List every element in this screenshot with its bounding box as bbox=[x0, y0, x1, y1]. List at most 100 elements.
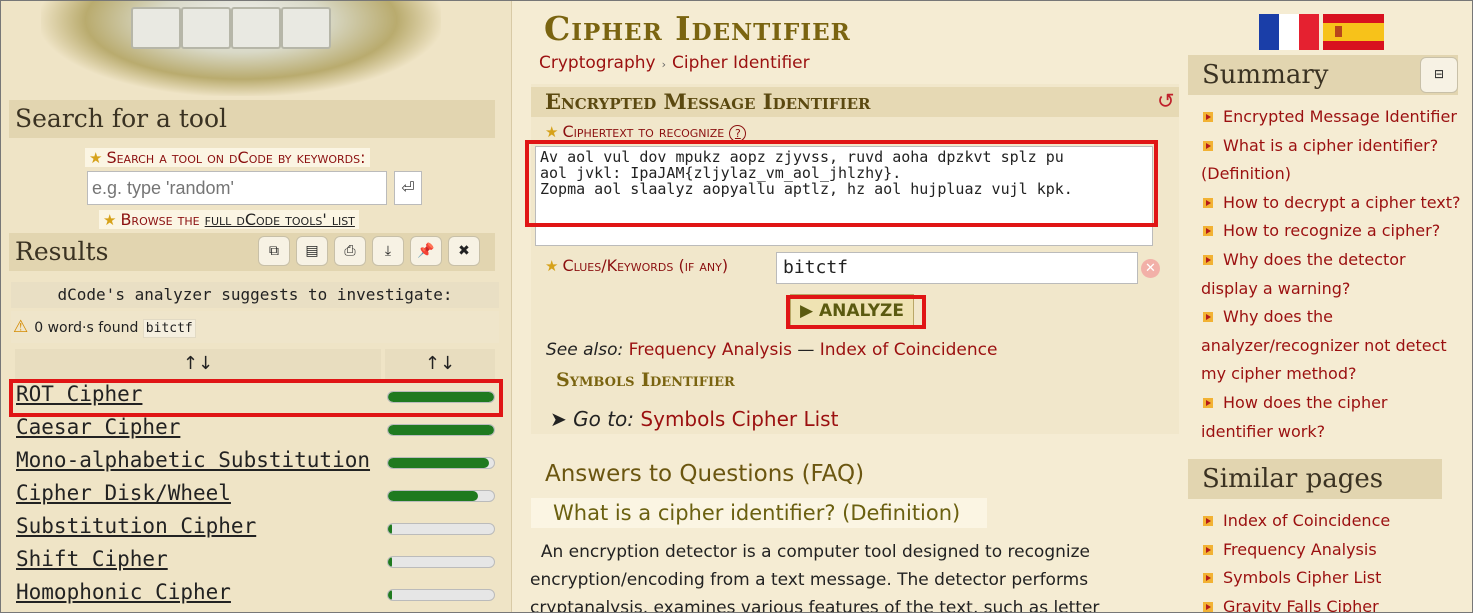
breadcrumb-cipher-identifier[interactable]: Cipher Identifier bbox=[672, 53, 810, 73]
sort-score-header[interactable]: ↑↓ bbox=[385, 349, 495, 379]
index-of-coincidence-link[interactable]: Index of Coincidence bbox=[820, 340, 998, 360]
result-name-link[interactable]: Shift Cipher bbox=[16, 547, 168, 571]
similar-page-link[interactable]: Index of Coincidence bbox=[1201, 507, 1463, 536]
arrow-bullet-icon bbox=[1203, 197, 1213, 208]
rot-cipher-highlight bbox=[9, 379, 503, 417]
arrow-bullet-icon bbox=[1203, 573, 1213, 584]
copy-icon[interactable]: ⧉ bbox=[258, 236, 290, 266]
arrow-bullet-icon bbox=[1203, 226, 1213, 237]
result-row[interactable]: Homophonic Cipher bbox=[11, 578, 499, 611]
warning-icon: ⚠ bbox=[13, 317, 29, 337]
summary-heading: Summary bbox=[1188, 55, 1458, 95]
sort-name-header[interactable]: ↑↓ bbox=[15, 349, 381, 379]
full-tools-list-link[interactable]: full dCode tools' list bbox=[205, 210, 355, 229]
analyzer-suggestion-text: dCode's analyzer suggests to investigate… bbox=[11, 282, 499, 308]
save-icon[interactable]: ▤ bbox=[296, 236, 328, 266]
result-name-link[interactable]: Homophonic Cipher bbox=[16, 580, 231, 604]
result-row[interactable]: Substitution Cipher bbox=[11, 512, 499, 545]
result-score-fill bbox=[388, 491, 479, 501]
summary-link[interactable]: Encrypted Message Identifier bbox=[1201, 103, 1463, 132]
chevron-right-icon: › bbox=[661, 58, 667, 71]
star-icon: ★ bbox=[545, 257, 559, 275]
star-icon: ★ bbox=[103, 211, 117, 229]
browse-tools-row: ★ Browse the full dCode tools' list bbox=[99, 210, 359, 229]
spanish-flag-icon[interactable] bbox=[1323, 14, 1384, 50]
star-icon: ★ bbox=[545, 123, 559, 141]
result-name-link[interactable]: Mono-alphabetic Substitution bbox=[16, 448, 370, 472]
result-row[interactable]: Shift Cipher bbox=[11, 545, 499, 578]
collapse-icon[interactable]: ⊟ bbox=[1420, 57, 1458, 93]
page-frame: Search for a tool ★ Search a tool on dCod… bbox=[0, 0, 1473, 613]
arrow-bullet-icon bbox=[1203, 397, 1213, 408]
similar-page-link[interactable]: Symbols Cipher List bbox=[1201, 564, 1463, 593]
star-icon: ★ bbox=[89, 149, 103, 167]
clear-clues-icon[interactable]: ✕ bbox=[1141, 259, 1160, 278]
breadcrumb: Cryptography › Cipher Identifier bbox=[539, 53, 810, 73]
summary-list: Encrypted Message Identifier What is a ci… bbox=[1201, 103, 1463, 446]
pin-icon[interactable]: 📌 bbox=[410, 236, 442, 266]
result-name-link[interactable]: Caesar Cipher bbox=[16, 415, 180, 439]
result-score-fill bbox=[388, 425, 494, 435]
download-icon[interactable]: ⤓ bbox=[372, 236, 404, 266]
french-flag-icon[interactable] bbox=[1259, 14, 1319, 50]
result-score-fill bbox=[388, 590, 393, 600]
faq-heading: Answers to Questions (FAQ) bbox=[545, 461, 865, 487]
arrow-right-icon: ➤ bbox=[550, 407, 567, 431]
faq-answer-text: An encryption detector is a computer too… bbox=[530, 542, 1100, 613]
arrow-bullet-icon bbox=[1203, 601, 1213, 612]
arrow-bullet-icon bbox=[1203, 516, 1213, 526]
result-score-bar bbox=[387, 523, 495, 535]
clues-label: ★ Clues/Keywords (if any) bbox=[545, 256, 729, 275]
result-score-bar bbox=[387, 424, 495, 436]
symbols-cipher-list-link[interactable]: Symbols Cipher List bbox=[640, 407, 838, 431]
dcode-logo-image bbox=[41, 1, 441, 96]
ciphertext-label: ★ Ciphertext to recognize ? bbox=[545, 122, 747, 142]
search-submit-icon[interactable]: ⏎ bbox=[394, 171, 422, 205]
search-tool-heading: Search for a tool bbox=[9, 100, 495, 138]
arrow-bullet-icon bbox=[1203, 544, 1213, 555]
result-row[interactable]: Cipher Disk/Wheel bbox=[11, 479, 499, 512]
arrow-bullet-icon bbox=[1203, 254, 1213, 265]
left-sidebar: Search for a tool ★ Search a tool on dCod… bbox=[1, 1, 512, 612]
summary-link[interactable]: Why does the detector display a warning? bbox=[1201, 246, 1463, 303]
similar-page-link[interactable]: Frequency Analysis bbox=[1201, 536, 1463, 565]
similar-pages-list: Index of Coincidence Frequency Analysis Sy… bbox=[1201, 507, 1463, 612]
tool-search-input[interactable] bbox=[87, 171, 387, 205]
see-also-row: See also: Frequency Analysis — Index of … bbox=[546, 340, 998, 360]
words-found-row: ⚠ 0 word·s found bitctf bbox=[11, 311, 499, 343]
result-score-fill bbox=[388, 557, 393, 567]
found-token: bitctf bbox=[142, 319, 196, 338]
result-row[interactable]: Caesar Cipher bbox=[11, 413, 499, 446]
symbols-identifier-heading: Symbols Identifier bbox=[556, 369, 735, 391]
frequency-analysis-link[interactable]: Frequency Analysis bbox=[629, 340, 792, 360]
print-icon[interactable]: ⎙ bbox=[334, 236, 366, 266]
result-name-link[interactable]: Cipher Disk/Wheel bbox=[16, 481, 231, 505]
arrow-bullet-icon bbox=[1203, 140, 1213, 151]
result-name-link[interactable]: Substitution Cipher bbox=[16, 514, 256, 538]
analyze-highlight bbox=[786, 295, 926, 329]
panel-title: Encrypted Message Identifier bbox=[531, 87, 1179, 117]
ciphertext-highlight bbox=[525, 140, 1158, 227]
clues-input[interactable]: bitctf bbox=[776, 252, 1138, 284]
close-icon[interactable]: ✖ bbox=[448, 236, 480, 266]
search-keywords-label: ★ Search a tool on dCode by keywords: bbox=[85, 148, 370, 167]
result-score-bar bbox=[387, 457, 495, 469]
goto-row: ➤ Go to: Symbols Cipher List bbox=[550, 407, 839, 431]
summary-link[interactable]: How does the cipher identifier work? bbox=[1201, 389, 1463, 446]
result-score-bar bbox=[387, 556, 495, 568]
breadcrumb-cryptography[interactable]: Cryptography bbox=[539, 53, 656, 73]
page-title: Cipher Identifier bbox=[544, 9, 851, 48]
arrow-bullet-icon bbox=[1203, 312, 1213, 323]
summary-link[interactable]: What is a cipher identifier? (Definition… bbox=[1201, 132, 1463, 189]
summary-link[interactable]: How to decrypt a cipher text? bbox=[1201, 189, 1463, 218]
summary-link[interactable]: Why does the analyzer/recognizer not det… bbox=[1201, 303, 1463, 389]
faq-question-heading: What is a cipher identifier? (Definition… bbox=[531, 498, 987, 528]
similar-pages-heading: Similar pages bbox=[1188, 459, 1442, 499]
arrow-bullet-icon bbox=[1203, 112, 1213, 122]
refresh-icon[interactable]: ↺ bbox=[1157, 89, 1175, 113]
result-row[interactable]: Mono-alphabetic Substitution bbox=[11, 446, 499, 479]
similar-page-link[interactable]: Gravity Falls Cipher bbox=[1201, 593, 1463, 612]
result-score-bar bbox=[387, 490, 495, 502]
summary-link[interactable]: How to recognize a cipher? bbox=[1201, 217, 1463, 246]
result-score-fill bbox=[388, 524, 393, 534]
